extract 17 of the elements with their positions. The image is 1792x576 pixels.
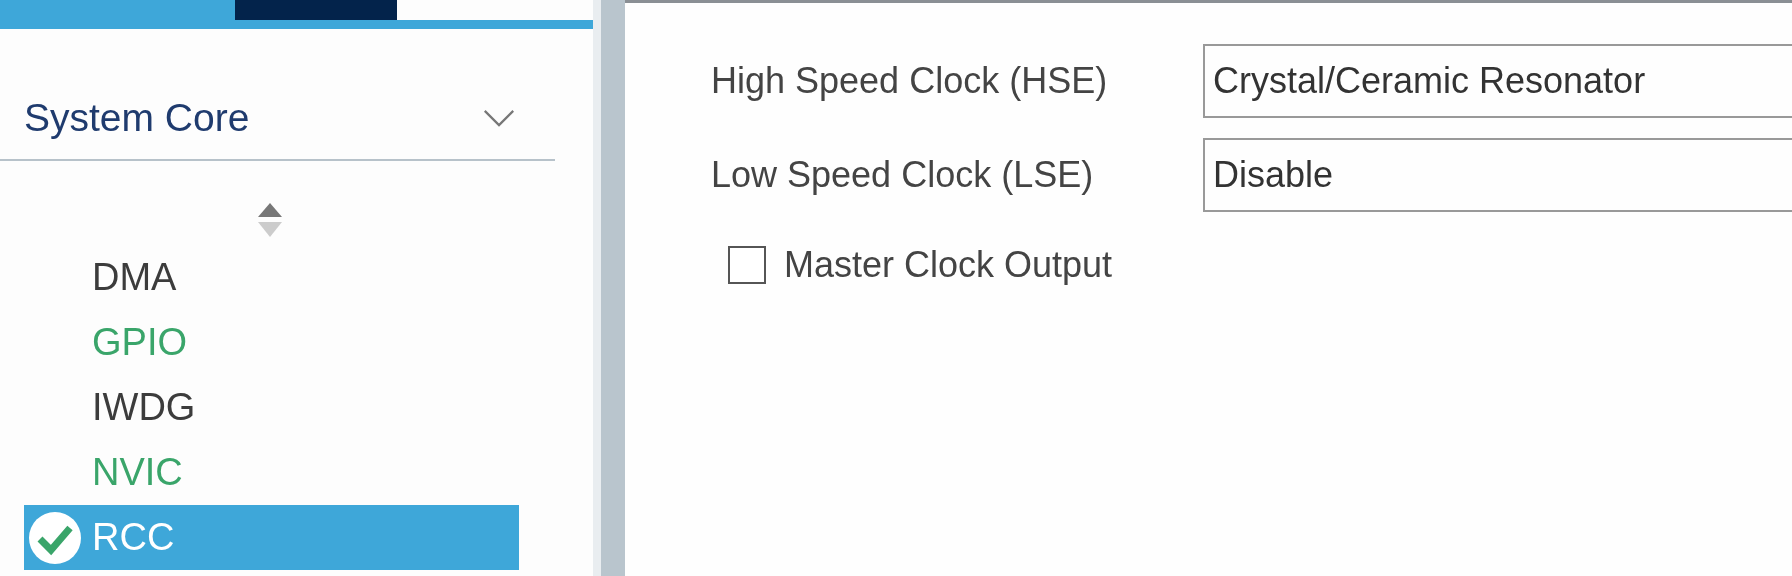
item-label: IWDG (92, 386, 196, 429)
category-title[interactable]: System Core (24, 96, 250, 140)
setting-label: High Speed Clock (HSE) (711, 60, 1109, 102)
check-circle-icon (28, 510, 82, 565)
checkbox[interactable] (728, 246, 766, 284)
setting-label: Low Speed Clock (LSE) (711, 154, 1095, 196)
checkbox-label[interactable]: Master Clock Output (784, 244, 1113, 286)
list-item[interactable]: DMA (0, 245, 495, 310)
item-label: DMA (92, 256, 177, 299)
item-label: NVIC (92, 451, 183, 494)
dropdown[interactable]: Crystal/Ceramic Resonator (1203, 44, 1792, 118)
item-label: GPIO (92, 321, 188, 364)
chevron-icon[interactable] (483, 108, 515, 128)
dropdown[interactable]: Disable (1203, 138, 1792, 212)
list-item[interactable]: IWDG (0, 375, 495, 440)
sort-icon[interactable] (257, 201, 283, 239)
item-label: RCC (92, 516, 175, 559)
